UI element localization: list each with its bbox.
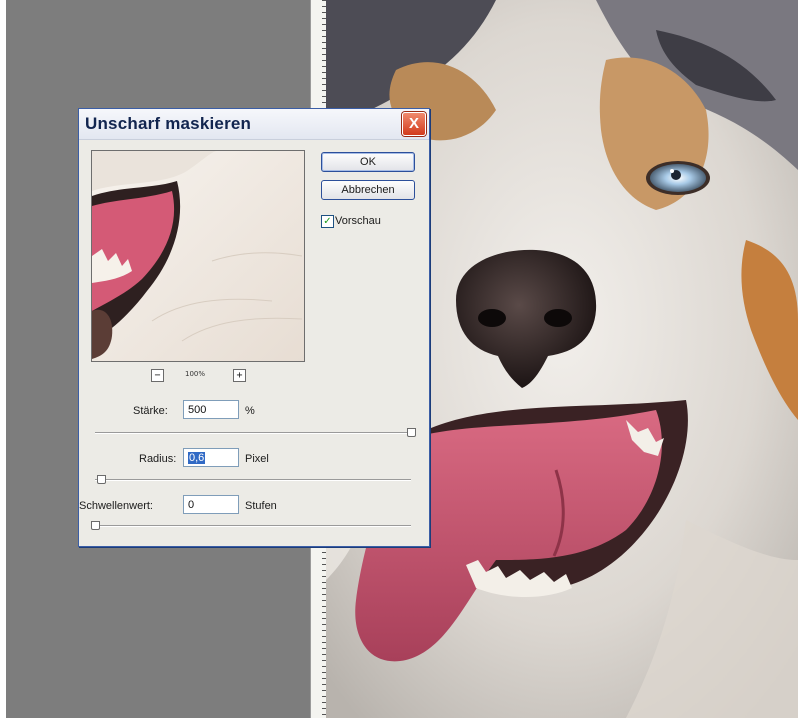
preview-image bbox=[92, 151, 304, 361]
zoom-in-button[interactable]: + bbox=[233, 369, 246, 382]
threshold-slider-thumb[interactable] bbox=[91, 521, 100, 530]
radius-label: Radius: bbox=[139, 453, 177, 465]
dialog-titlebar[interactable]: Unscharf maskieren X bbox=[79, 109, 429, 140]
cancel-button[interactable]: Abbrechen bbox=[321, 180, 415, 200]
amount-slider[interactable] bbox=[95, 428, 416, 437]
amount-input[interactable]: 500 bbox=[183, 400, 239, 419]
threshold-input[interactable]: 0 bbox=[183, 495, 239, 514]
radius-slider[interactable] bbox=[95, 475, 411, 484]
threshold-unit: Stufen bbox=[245, 500, 277, 512]
threshold-label: Schwellenwert: bbox=[79, 500, 153, 512]
zoom-out-button[interactable]: − bbox=[151, 369, 164, 382]
amount-value: 500 bbox=[188, 404, 207, 416]
ok-button[interactable]: OK bbox=[321, 152, 415, 172]
dialog-title: Unscharf maskieren bbox=[85, 114, 252, 133]
threshold-value: 0 bbox=[188, 499, 195, 511]
zoom-level: 100% bbox=[185, 370, 206, 378]
amount-slider-thumb[interactable] bbox=[407, 428, 416, 437]
minus-icon: − bbox=[154, 370, 161, 381]
close-icon: X bbox=[408, 115, 419, 132]
preview-zoom-controls: − 100% + bbox=[149, 369, 259, 385]
radius-unit: Pixel bbox=[245, 453, 269, 465]
unsharp-mask-dialog: Unscharf maskieren X − 100% + OK Abbrech… bbox=[78, 108, 430, 547]
amount-unit: % bbox=[245, 405, 255, 417]
amount-label: Stärke: bbox=[133, 405, 168, 417]
preview-checkbox[interactable]: ✓ bbox=[321, 215, 334, 228]
radius-value: 0,6 bbox=[188, 452, 206, 464]
plus-icon: + bbox=[236, 370, 243, 381]
close-button[interactable]: X bbox=[402, 112, 426, 136]
radius-input[interactable]: 0,6 bbox=[183, 448, 239, 467]
preview-checkbox-label: Vorschau bbox=[335, 215, 381, 227]
filter-preview[interactable] bbox=[91, 150, 305, 362]
threshold-slider[interactable] bbox=[91, 521, 411, 530]
radius-slider-thumb[interactable] bbox=[97, 475, 106, 484]
checkmark-icon: ✓ bbox=[323, 216, 332, 227]
